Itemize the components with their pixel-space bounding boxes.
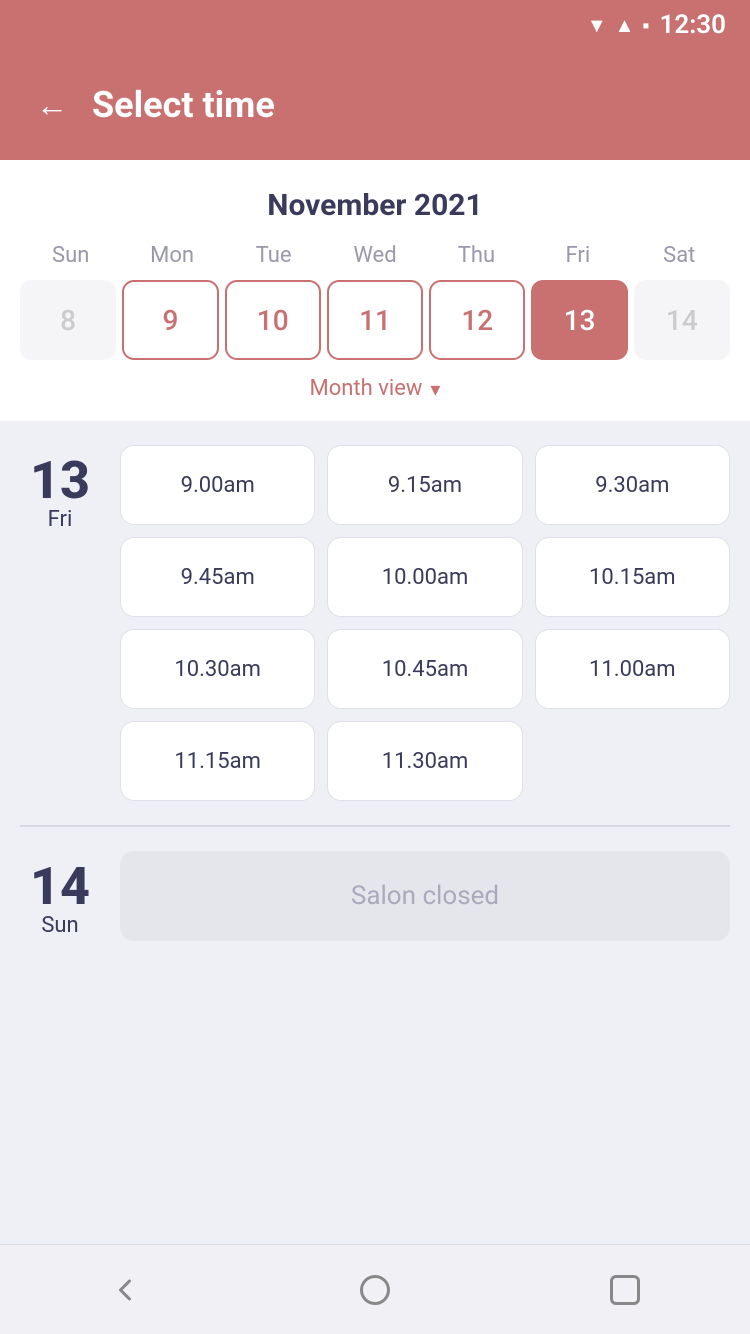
slot-930am[interactable]: 9.30am: [535, 445, 730, 525]
day-cell-12[interactable]: 12: [429, 280, 525, 360]
slot-1000am[interactable]: 10.00am: [327, 537, 522, 617]
slot-1015am[interactable]: 10.15am: [535, 537, 730, 617]
day-cell-10[interactable]: 10: [225, 280, 321, 360]
week-row: 8 9 10 11 12 13 14: [20, 280, 730, 360]
day-cell-11[interactable]: 11: [327, 280, 423, 360]
signal-icon: ▲: [615, 13, 635, 38]
day-cell-13[interactable]: 13: [531, 280, 627, 360]
wifi-icon: ▼: [587, 13, 607, 38]
status-icons: ▼ ▲ ▪: [587, 13, 650, 38]
back-nav-icon: [107, 1272, 143, 1308]
day-header-mon: Mon: [121, 243, 222, 268]
back-nav-button[interactable]: [107, 1272, 143, 1308]
day-13-number: 13: [30, 455, 90, 507]
day-cell-14[interactable]: 14: [634, 280, 730, 360]
page-title: Select time: [92, 84, 275, 126]
day-headers: Sun Mon Tue Wed Thu Fri Sat: [20, 243, 730, 268]
day-header-sat: Sat: [629, 243, 730, 268]
day-cell-8[interactable]: 8: [20, 280, 116, 360]
day-14-section: 14 Sun Salon closed: [20, 851, 730, 941]
day-14-name: Sun: [41, 913, 78, 938]
slot-1130am[interactable]: 11.30am: [327, 721, 522, 801]
home-nav-button[interactable]: [357, 1272, 393, 1308]
slot-915am[interactable]: 9.15am: [327, 445, 522, 525]
back-arrow-icon: ←: [36, 87, 68, 123]
day-14-label: 14 Sun: [20, 851, 100, 941]
month-view-label: Month view: [310, 376, 423, 401]
day-header-sun: Sun: [20, 243, 121, 268]
timeslots-section: 13 Fri 9.00am 9.15am 9.30am 9.45am 10.00…: [0, 421, 750, 1244]
battery-icon: ▪: [642, 13, 649, 38]
salon-closed-label: Salon closed: [351, 881, 499, 911]
day-header-wed: Wed: [324, 243, 425, 268]
header: ← Select time: [0, 50, 750, 160]
day-cell-9[interactable]: 9: [122, 280, 218, 360]
slot-945am[interactable]: 9.45am: [120, 537, 315, 617]
recents-nav-button[interactable]: [607, 1272, 643, 1308]
slot-1030am[interactable]: 10.30am: [120, 629, 315, 709]
month-year-label: November 2021: [20, 188, 730, 223]
recents-nav-icon: [607, 1272, 643, 1308]
slot-1115am[interactable]: 11.15am: [120, 721, 315, 801]
slot-1100am[interactable]: 11.00am: [535, 629, 730, 709]
day-13-label: 13 Fri: [20, 445, 100, 801]
status-time: 12:30: [660, 10, 727, 40]
day-13-section: 13 Fri 9.00am 9.15am 9.30am 9.45am 10.00…: [20, 445, 730, 801]
month-view-toggle[interactable]: Month view ▾: [20, 376, 730, 401]
day-header-tue: Tue: [223, 243, 324, 268]
day-header-fri: Fri: [527, 243, 628, 268]
salon-closed-box: Salon closed: [120, 851, 730, 941]
bottom-nav: [0, 1244, 750, 1334]
section-divider: [20, 825, 730, 827]
slot-1045am[interactable]: 10.45am: [327, 629, 522, 709]
day-14-number: 14: [30, 861, 90, 913]
calendar-section: November 2021 Sun Mon Tue Wed Thu Fri Sa…: [0, 160, 750, 421]
chevron-down-icon: ▾: [430, 377, 440, 401]
day-13-slots-grid: 9.00am 9.15am 9.30am 9.45am 10.00am 10.1…: [120, 445, 730, 801]
day-header-thu: Thu: [426, 243, 527, 268]
slot-900am[interactable]: 9.00am: [120, 445, 315, 525]
status-bar: ▼ ▲ ▪ 12:30: [0, 0, 750, 50]
back-button[interactable]: ←: [36, 87, 68, 124]
day-13-name: Fri: [48, 507, 73, 532]
home-nav-icon: [357, 1272, 393, 1308]
